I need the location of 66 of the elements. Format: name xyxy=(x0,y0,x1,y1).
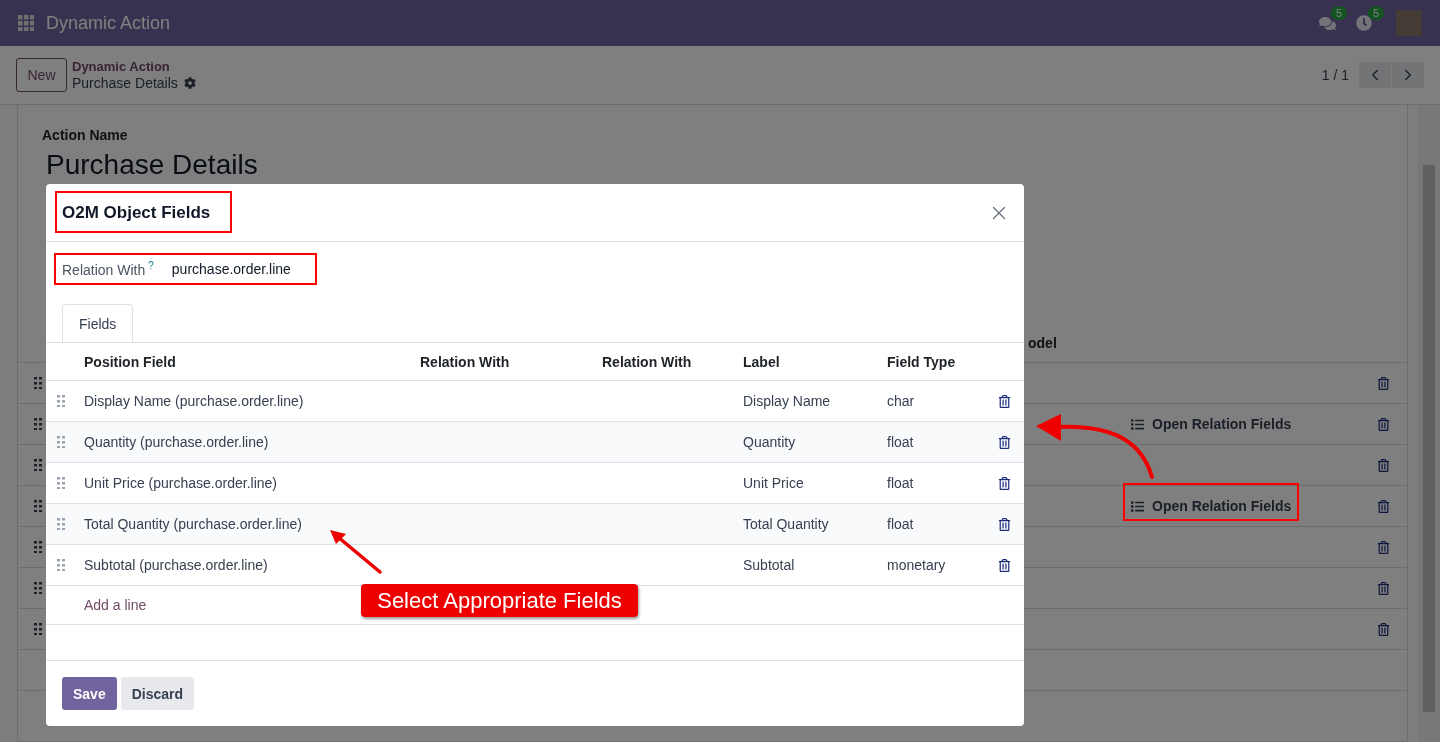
table-cell-text: Display Name (purchase.order.line) xyxy=(83,393,305,409)
app-title: Dynamic Action xyxy=(46,12,171,34)
table-cell-text: monetary xyxy=(886,557,947,573)
table-cell-text: Subtotal (purchase.order.line) xyxy=(83,557,269,573)
delete-icon[interactable] xyxy=(998,517,1011,531)
field-label: Action Name xyxy=(42,127,129,143)
table-cell-text: float xyxy=(886,516,915,532)
list-icon xyxy=(1131,499,1144,513)
table-cell-text: float xyxy=(886,434,915,450)
open-relation-fields-link[interactable]: Open Relation Fields xyxy=(1131,498,1292,514)
table-cell-text: Unit Price (purchase.order.line) xyxy=(83,475,278,491)
delete-icon[interactable] xyxy=(998,435,1011,449)
list-icon xyxy=(1131,417,1144,431)
column-header: odel xyxy=(1028,335,1058,351)
drag-handle-icon[interactable] xyxy=(34,377,42,389)
drag-handle-icon[interactable] xyxy=(57,559,65,571)
save-button[interactable]: Save xyxy=(62,677,117,710)
table-cell-text: Quantity xyxy=(742,434,797,450)
messages-badge: 5 xyxy=(1331,5,1348,20)
field-label: Relation With $^{?}$ xyxy=(62,260,154,278)
drag-handle-icon[interactable] xyxy=(34,582,42,594)
breadcrumb-link[interactable]: Dynamic Action xyxy=(72,59,196,75)
discard-button[interactable]: Discard xyxy=(120,677,195,710)
table-cell-text: Quantity (purchase.order.line) xyxy=(83,434,270,450)
table-cell-text: Unit Price xyxy=(742,475,805,491)
tab[interactable]: Fields xyxy=(62,304,134,342)
gear-icon[interactable] xyxy=(183,77,196,89)
drag-handle-icon[interactable] xyxy=(57,395,65,407)
column-header: Position Field xyxy=(83,353,177,370)
drag-handle-icon[interactable] xyxy=(34,459,42,471)
scrollbar[interactable] xyxy=(1418,105,1440,742)
breadcrumb-current: Purchase Details xyxy=(72,75,178,91)
delete-icon[interactable] xyxy=(998,394,1011,408)
activities-badge: 5 xyxy=(1368,6,1385,20)
new-button[interactable]: New xyxy=(16,58,67,92)
drag-handle-icon[interactable] xyxy=(57,436,65,448)
apps-grid-icon[interactable] xyxy=(18,15,34,31)
pager-count: 1 / 1 xyxy=(1321,67,1349,83)
delete-icon[interactable] xyxy=(998,476,1011,490)
column-header: Relation With xyxy=(419,353,511,370)
drag-handle-icon[interactable] xyxy=(34,623,42,635)
field-value: purchase.order.line xyxy=(171,261,291,277)
drag-handle-icon[interactable] xyxy=(34,500,42,512)
messages-icon[interactable] xyxy=(1319,14,1336,32)
annotation-callout: Select Appropriate Fields xyxy=(361,584,638,617)
next-button[interactable] xyxy=(1392,62,1424,88)
drag-handle-icon[interactable] xyxy=(57,477,65,489)
table-cell-text: Total Quantity xyxy=(742,516,830,532)
column-header: Relation With xyxy=(601,353,693,370)
column-header: Field Type xyxy=(886,353,957,370)
annotation-arrow xyxy=(328,528,382,574)
delete-icon[interactable] xyxy=(998,558,1011,572)
table-cell-text: char xyxy=(886,393,916,409)
table-cell-text: Display Name xyxy=(742,393,832,409)
column-header: Label xyxy=(742,353,781,370)
table-cell-text: Subtotal xyxy=(742,557,796,573)
drag-handle-icon[interactable] xyxy=(34,418,42,430)
record-title: Purchase Details xyxy=(46,149,259,181)
dialog-title: O2M Object Fields xyxy=(62,202,211,223)
previous-button[interactable] xyxy=(1359,62,1391,88)
clock-icon[interactable] xyxy=(1356,15,1372,31)
drag-handle-icon[interactable] xyxy=(34,541,42,553)
open-relation-fields-link[interactable]: Open Relation Fields xyxy=(1131,416,1292,432)
drag-handle-icon[interactable] xyxy=(57,518,65,530)
table-cell-text: float xyxy=(886,475,915,491)
table-cell-text: Total Quantity (purchase.order.line) xyxy=(83,516,303,532)
